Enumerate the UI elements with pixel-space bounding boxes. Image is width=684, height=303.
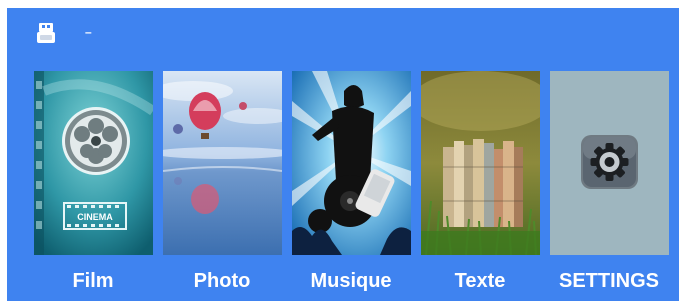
menu-label-texte[interactable]: Texte: [410, 269, 550, 293]
singer-icon: [292, 71, 411, 255]
menu-tile-settings[interactable]: [550, 71, 669, 255]
gear-icon: [550, 71, 669, 255]
menu-label-film[interactable]: Film: [23, 269, 163, 293]
hot-air-balloon-icon: [163, 71, 282, 255]
cinema-badge-text: CINEMA: [77, 212, 113, 222]
menu-label-settings[interactable]: SETTINGS: [539, 269, 679, 293]
usb-drive-icon: [37, 23, 55, 43]
menu-tile-musique[interactable]: [292, 71, 411, 255]
film-reel-icon: CINEMA: [34, 71, 153, 255]
menu-label-photo[interactable]: Photo: [152, 269, 292, 293]
menu-label-musique[interactable]: Musique: [281, 269, 421, 293]
menu-tile-photo[interactable]: [163, 71, 282, 255]
books-icon: [421, 71, 540, 255]
menu-tile-film[interactable]: CINEMA: [34, 71, 153, 255]
media-home-screen: – CINEMA Film Photo Musique Texte SETTIN…: [7, 8, 679, 301]
menu-tile-texte[interactable]: [421, 71, 540, 255]
storage-status-text: –: [85, 25, 92, 39]
